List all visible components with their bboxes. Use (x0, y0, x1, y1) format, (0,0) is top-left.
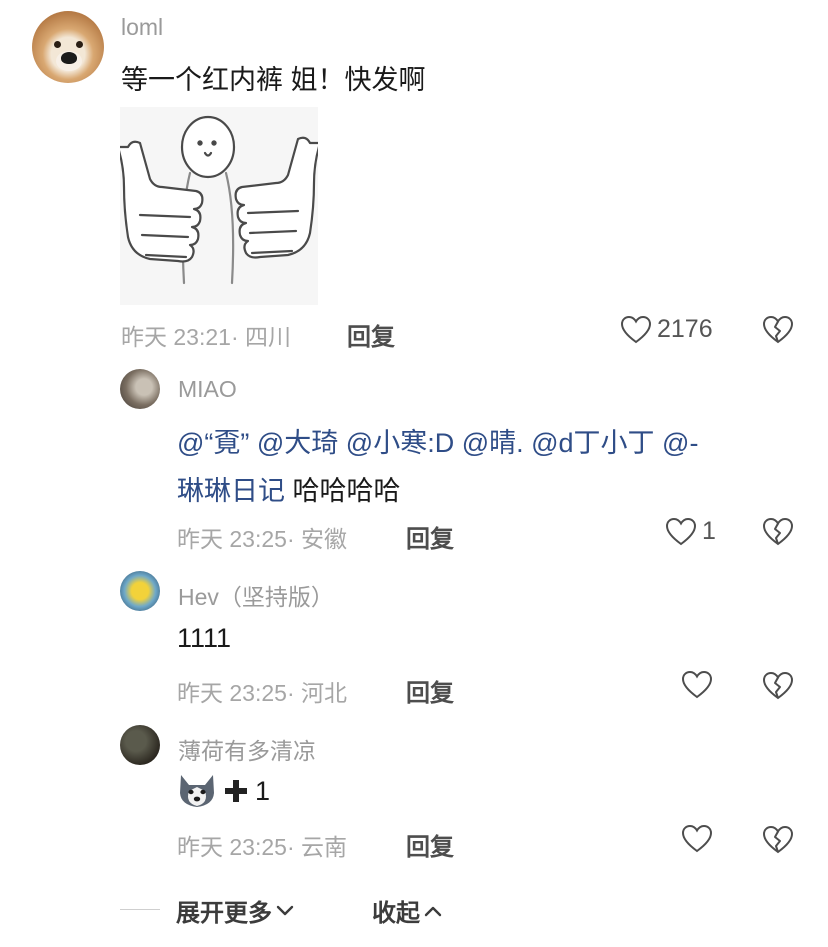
broken-heart-icon (762, 671, 794, 700)
comment-time-location: 昨天 23:25· 安徽 (177, 526, 347, 552)
heavy-plus-icon (225, 780, 247, 802)
reply-button[interactable]: 回复 (406, 673, 454, 708)
thumbs-up-sticker-drawing (116, 115, 322, 285)
avatar[interactable] (120, 369, 160, 409)
thumbs-up-sticker[interactable] (116, 107, 322, 305)
comment-text: 等一个红内裤 姐！快发啊 (121, 65, 426, 95)
comment-text-tail: 哈哈哈哈 (285, 476, 401, 506)
mention-link[interactable]: 琳琳日记 (177, 476, 285, 506)
like-button[interactable]: 2176 (621, 315, 713, 344)
footer-divider (120, 909, 160, 910)
broken-heart-icon (762, 825, 794, 854)
chevron-down-icon (276, 905, 294, 915)
avatar-eye (54, 41, 61, 48)
comment-text: 琳琳日记 哈哈哈哈 (177, 469, 401, 508)
husky-dog-emoji (180, 775, 214, 807)
collapse-label: 收起 (372, 900, 420, 927)
comment-time-location: 昨天 23:25· 河北 (177, 680, 347, 706)
reply-button[interactable]: 回复 (406, 519, 454, 554)
like-button[interactable] (682, 671, 712, 699)
expand-more-button[interactable]: 展开更多 (176, 893, 296, 928)
dislike-button[interactable] (762, 517, 794, 551)
reply-button[interactable]: 回复 (406, 827, 454, 862)
heart-outline-icon (666, 517, 696, 545)
comment-time-location: 昨天 23:25· 云南 (177, 834, 347, 860)
dislike-button[interactable] (762, 825, 794, 859)
avatar-nose (61, 52, 77, 64)
heart-outline-icon (682, 825, 712, 853)
comment-username[interactable]: MIAO (178, 376, 237, 403)
comment-username[interactable]: loml (121, 14, 163, 41)
comment-time-location: 昨天 23:21· 四川 (121, 324, 291, 350)
comment-text: 1111 (177, 623, 232, 653)
comment-mentions[interactable]: @“覔” @大琦 @小寒:D @晴. @d丁小丁 @- (177, 421, 698, 460)
comment-text-suffix: 1 (255, 775, 271, 806)
heart-outline-icon (682, 671, 712, 699)
collapse-button[interactable]: 收起 (372, 893, 444, 928)
broken-heart-icon (762, 315, 794, 344)
like-count: 1 (702, 517, 716, 545)
chevron-up-icon (424, 906, 442, 916)
dislike-button[interactable] (762, 671, 794, 705)
comment-text: 1 (177, 773, 270, 809)
avatar[interactable] (120, 725, 160, 765)
dislike-button[interactable] (762, 315, 794, 349)
like-count: 2176 (657, 315, 713, 343)
avatar-eye (76, 41, 83, 48)
avatar[interactable] (120, 571, 160, 611)
heart-outline-icon (621, 315, 651, 343)
expand-more-label: 展开更多 (176, 900, 272, 927)
like-button[interactable]: 1 (666, 517, 716, 546)
comment-username[interactable]: 薄荷有多清凉 (178, 732, 316, 766)
reply-button[interactable]: 回复 (347, 317, 395, 352)
broken-heart-icon (762, 517, 794, 546)
comment-username[interactable]: Hev（坚持版） (178, 578, 334, 612)
avatar[interactable] (32, 11, 104, 83)
like-button[interactable] (682, 825, 712, 853)
